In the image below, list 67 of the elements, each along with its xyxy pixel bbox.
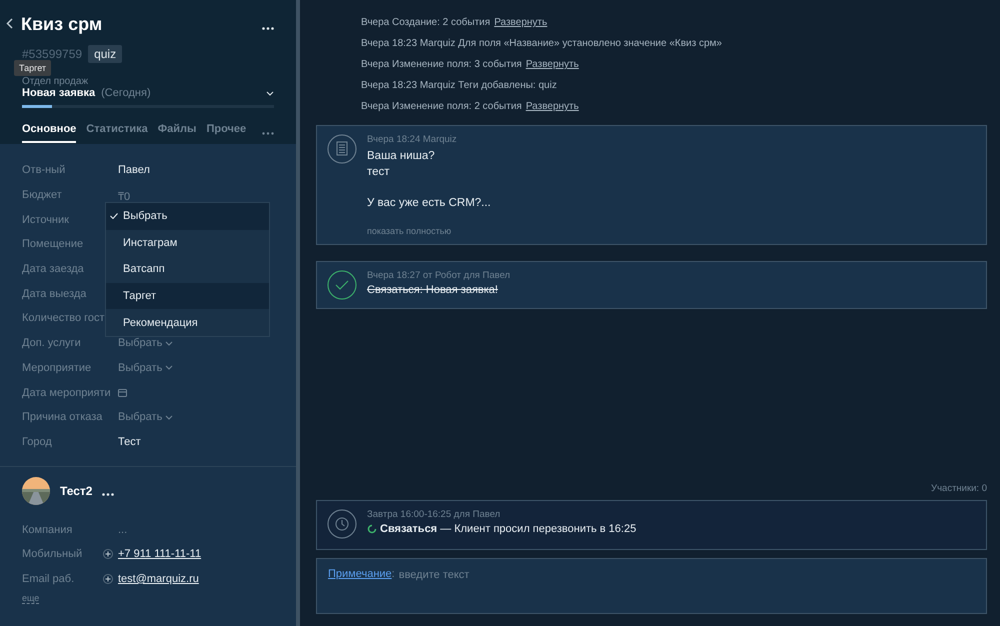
event-text: Вчера 18:23 Marquiz Теги добавлены: quiz — [361, 80, 557, 91]
colon-text: : — [392, 568, 395, 582]
dropdown-option[interactable]: Ватсапп — [106, 256, 269, 283]
field-label: Источник — [22, 214, 70, 226]
chevron-icon — [165, 340, 174, 346]
note-field[interactable]: Примечание: введите текст — [316, 558, 987, 614]
field-label: Дата выезда — [22, 288, 88, 300]
field-label: Компания — [22, 524, 74, 536]
note-text: У вас уже есть CRM?... — [367, 196, 491, 212]
field-label: Город — [22, 436, 53, 448]
card-meta: Завтра 16:00-16:25 для Павел — [367, 509, 502, 520]
lead-title: Квиз срм — [21, 14, 104, 35]
event-text: Вчера Изменение поля: 2 события — [361, 101, 522, 112]
add-icon[interactable] — [103, 574, 113, 584]
field-label: Дата мероприяти — [22, 386, 112, 399]
tab[interactable]: Прочее — [206, 123, 246, 143]
field-label: Доп. услуги — [22, 337, 82, 350]
status-date: (Сегодня) — [101, 87, 152, 99]
chevron-icon — [165, 414, 174, 420]
card-meta: Вчера 18:24 Marquiz — [367, 134, 458, 145]
contact-link[interactable]: test@marquiz.ru — [118, 572, 199, 585]
lead-id: #53599759 — [22, 47, 82, 61]
document-icon — [327, 134, 357, 164]
pipeline-name: Отдел продаж — [22, 76, 90, 87]
dropdown-option[interactable]: Таргет — [106, 282, 269, 310]
dropdown-option[interactable]: Выбрать — [106, 203, 269, 230]
note-type-link[interactable]: Примечание — [328, 568, 392, 604]
field-label: Мероприятие — [22, 362, 92, 374]
task-text: Связаться: Новая заявка! — [367, 284, 499, 296]
chevron-icon — [165, 365, 174, 370]
dropdown-option[interactable]: Рекомендация — [106, 309, 269, 336]
expand-link[interactable]: Развернуть — [526, 59, 579, 70]
clock-icon — [327, 509, 357, 539]
calendar-icon[interactable] — [118, 388, 127, 397]
field-value[interactable]: Тест — [118, 436, 141, 448]
field-label: Помещение — [22, 238, 84, 250]
expand-link[interactable]: Развернуть — [494, 17, 548, 28]
chevron-icon[interactable] — [266, 90, 274, 96]
note-text: Ваша ниша? тест — [367, 149, 436, 180]
event-text: Вчера Создание: 2 события — [361, 17, 490, 28]
note-input[interactable]: введите текст — [394, 568, 975, 582]
add-icon[interactable] — [103, 549, 113, 560]
dropdown-option[interactable]: Инстаграм — [106, 230, 269, 256]
tab[interactable]: Статистика — [86, 123, 148, 143]
event-text: Вчера 18:23 Marquiz Для поля «Название» установлено значение «Квиз срм» — [361, 38, 722, 49]
field-label: Причина отказа — [22, 411, 104, 424]
contact-link[interactable]: +7 911 111-11-11 — [118, 548, 202, 560]
task-text: Связаться — Клиент просил перезвонить в 16:25 — [380, 523, 636, 535]
field-label: Мобильный — [22, 548, 84, 560]
field-label: Количество гост — [22, 312, 106, 324]
field-label: Дата заезда — [22, 263, 85, 276]
tab[interactable]: Файлы — [158, 123, 196, 143]
tooltip: Таргет — [14, 60, 52, 76]
expand-link[interactable]: Развернуть — [526, 101, 579, 112]
refresh-icon — [367, 524, 377, 534]
card-meta: Вчера 18:27 от Робот для Павел — [367, 270, 510, 282]
field-label: Бюджет — [22, 189, 63, 202]
status-name[interactable]: Новая заявка — [22, 87, 96, 99]
field-value[interactable]: Павел — [118, 164, 150, 176]
event-text: Вчера Изменение поля: 3 события — [361, 59, 522, 70]
check-icon — [327, 270, 357, 300]
tab[interactable]: Основное — [22, 123, 76, 143]
field-label: Email раб. — [22, 572, 76, 585]
field-label: Отв-ный — [22, 164, 66, 176]
contact-name[interactable]: Тест2 — [60, 484, 92, 498]
tag[interactable]: quiz — [88, 45, 122, 63]
participants-count: Участники: 0 — [931, 483, 987, 494]
